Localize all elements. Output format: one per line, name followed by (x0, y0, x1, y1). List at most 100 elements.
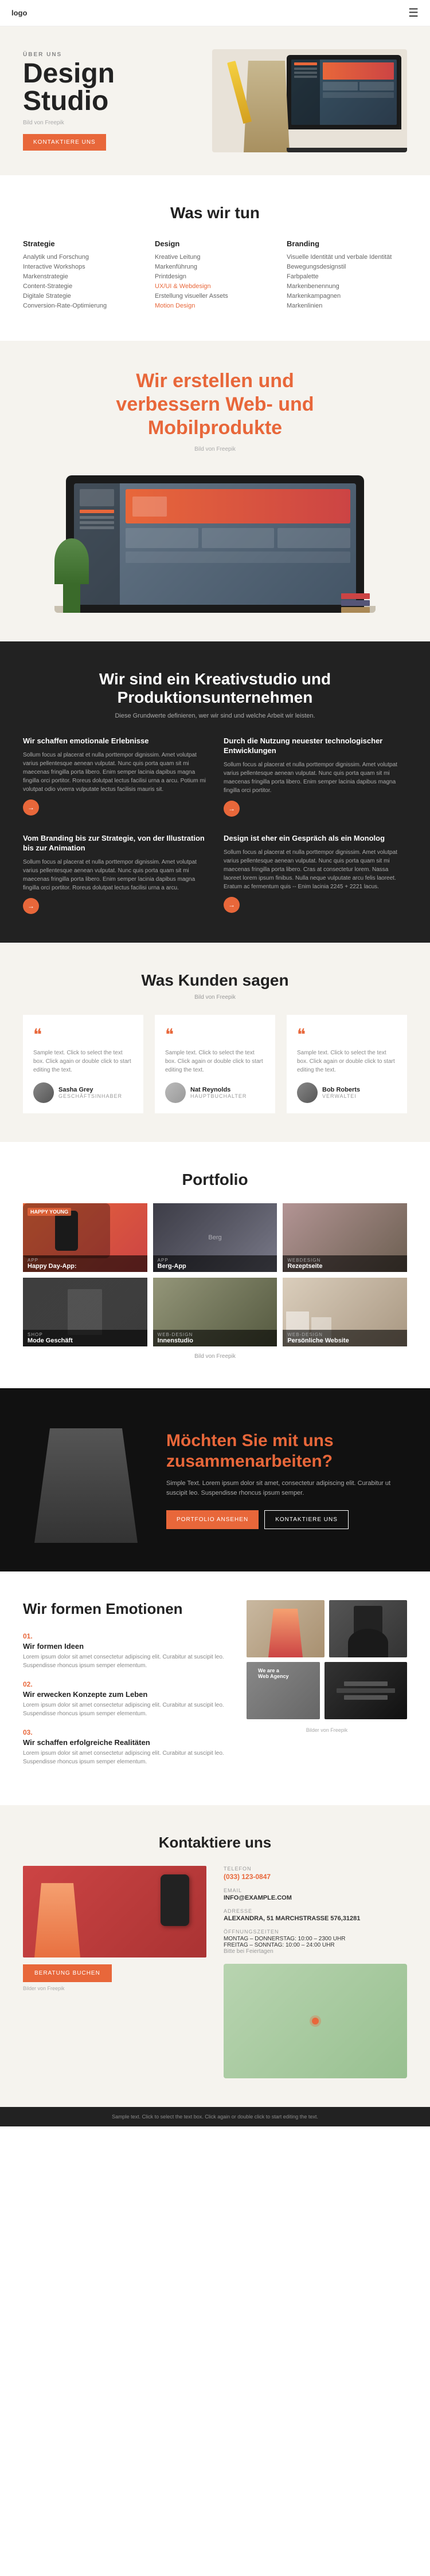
portfolio-label-3: SHOP Mode Geschäft (23, 1330, 147, 1346)
hero-subtitle: Bild von Freepik (23, 120, 115, 126)
testi-text-2: Sample text. Click to select the text bo… (297, 1049, 397, 1074)
testi-card-0: ❝ Sample text. Click to select the text … (23, 1015, 143, 1113)
service-list-1: Kreative Leitung Markenführung Printdesi… (155, 254, 275, 309)
portfolio-name-3: Mode Geschäft (28, 1337, 143, 1344)
phone-label: TELEFON (224, 1866, 407, 1872)
cs-arrow-0[interactable]: → (23, 799, 39, 816)
portfolio-name-0: Happy Day-App: (28, 1263, 143, 1270)
avatar-0 (33, 1082, 54, 1103)
quote-icon-1: ❝ (165, 1025, 265, 1044)
portfolio-label-1: APP Berg-App (153, 1255, 277, 1272)
cs-item-text-2: Sollum focus al placerat et nulla portte… (23, 858, 206, 892)
web-products-section: Wir erstellen und verbessern Web- und Mo… (0, 341, 430, 641)
cs-item-title-1: Durch die Nutzung neuester technologisch… (224, 736, 407, 756)
portfolio-label-2: WEBDESIGN Rezeptseite (283, 1255, 407, 1272)
hero-image (212, 49, 407, 152)
list-item: Markenkampagnen (287, 293, 407, 300)
service-list-0: Analytik und Forschung Interactive Works… (23, 254, 143, 309)
wp-line2: verbessern (116, 393, 220, 415)
wp-line1: Wir erstellen und (136, 370, 294, 392)
testi-text-1: Sample text. Click to select the text bo… (165, 1049, 265, 1074)
quote-icon-0: ❝ (33, 1025, 133, 1044)
hero-section: ÜBER UNS Design Studio Bild von Freepik … (0, 26, 430, 175)
we-item-title-0: Wir formen Ideen (23, 1642, 229, 1651)
contact-btn[interactable]: KONTAKTIERE UNS (264, 1510, 349, 1529)
we-item-title-1: Wir erwecken Konzepte zum Leben (23, 1690, 229, 1699)
portfolio-item-5[interactable]: WEB-DESIGN Persönliche Website (283, 1278, 407, 1346)
hero-cta-button[interactable]: KONTAKTIERE UNS (23, 134, 106, 151)
contact-section: Kontaktiere uns BERATUNG BUCHEN Bilder v… (0, 1805, 430, 2107)
contact-image-area: BERATUNG BUCHEN Bilder von Freepik (23, 1866, 206, 2078)
cs-item-3: Design ist eher ein Gespräch als ein Mon… (224, 834, 407, 914)
services-section: Was wir tun Strategie Analytik und Forsc… (0, 175, 430, 341)
we-num-1: 02. (23, 1680, 229, 1688)
portfolio-item-1[interactable]: Berg APP Berg-App (153, 1203, 277, 1272)
portfolio-label-0: APP Happy Day-App: (23, 1255, 147, 1272)
wp-line3: Mobilprodukte (148, 417, 282, 439)
testi-name-2: Bob Roberts (322, 1086, 360, 1093)
service-col-title-2: Branding (287, 239, 407, 248)
web-products-credit: Bild von Freepik (194, 446, 236, 452)
address-row: ADRESSE ALEXANDRA, 51 MARCHSTRASSE 576,3… (224, 1908, 407, 1922)
cs-item-0: Wir schaffen emotionale Erlebnisse Sollu… (23, 736, 206, 817)
collab-buttons: PORTFOLIO ANSEHEN KONTAKTIERE UNS (166, 1510, 407, 1529)
menu-icon[interactable]: ☰ (408, 6, 419, 20)
cs-title: Wir sind ein Kreativstudio und Produktio… (23, 670, 407, 707)
list-item: Markenlinien (287, 302, 407, 309)
cs-arrow-3[interactable]: → (224, 897, 240, 913)
portfolio-title: Portfolio (23, 1171, 407, 1189)
collab-title: Möchten Sie mit uns zusammenarbeiten? (166, 1431, 407, 1472)
we-item-title-2: Wir schaffen erfolgreiche Realitäten (23, 1738, 229, 1747)
list-item: Bewegungsdesignstil (287, 263, 407, 270)
list-item: Kreative Leitung (155, 254, 275, 261)
email-label: EMAIL (224, 1888, 407, 1893)
portfolio-item-3[interactable]: SHOP Mode Geschäft (23, 1278, 147, 1346)
list-item: Printdesign (155, 273, 275, 280)
cs-subtitle: Diese Grundwerte definieren, wer wir sin… (23, 712, 407, 719)
portfolio-item-0[interactable]: HAPPY YOUNG APP Happy Day-App: (23, 1203, 147, 1272)
services-grid: Strategie Analytik und Forschung Interac… (23, 239, 407, 312)
list-item: Markenführung (155, 263, 275, 270)
we-img-row-1 (247, 1600, 407, 1657)
we-img-4 (325, 1662, 407, 1719)
service-col-design: Design Kreative Leitung Markenführung Pr… (155, 239, 275, 312)
we-item-text-2: Lorem ipsum dolor sit amet consectetur a… (23, 1749, 229, 1766)
testimonials-credit: Bild von Freepik (23, 994, 407, 1001)
we-img-3: We are aWeb Agency (247, 1662, 320, 1719)
web-products-title: Wir erstellen und verbessern Web- und Mo… (116, 369, 314, 439)
we-form-title: Wir formen Emotionen (23, 1600, 229, 1618)
contact-person-image (23, 1866, 206, 1957)
portfolio-section: Portfolio HAPPY YOUNG APP Happy Day-App:… (0, 1142, 430, 1388)
cs-arrow-1[interactable]: → (224, 801, 240, 817)
service-col-title-0: Strategie (23, 239, 143, 248)
portfolio-credit: Bild von Freepik (23, 1353, 407, 1360)
consult-button[interactable]: BERATUNG BUCHEN (23, 1964, 112, 1982)
we-item-0: 01. Wir formen Ideen Lorem ipsum dolor s… (23, 1632, 229, 1670)
portfolio-name-5: Persönliche Website (287, 1337, 402, 1344)
cs-item-1: Durch die Nutzung neuester technologisch… (224, 736, 407, 817)
hero-title-line2: Studio (23, 86, 108, 116)
hours-row: ÖFFNUNGSZEITEN MONTAG – DONNERSTAG: 10:0… (224, 1929, 407, 1955)
portfolio-item-4[interactable]: WEB-DESIGN Innenstudio (153, 1278, 277, 1346)
hours-closed: Bitte bei Feiertagen (224, 1948, 407, 1955)
collaborate-section: Möchten Sie mit uns zusammenarbeiten? Si… (0, 1388, 430, 1571)
portfolio-item-2[interactable]: WEBDESIGN Rezeptseite (283, 1203, 407, 1272)
phone-value: (033) 123-0847 (224, 1873, 407, 1881)
portfolio-label-4: WEB-DESIGN Innenstudio (153, 1330, 277, 1346)
navbar: logo ☰ (0, 0, 430, 26)
portfolio-btn[interactable]: PORTFOLIO ANSEHEN (166, 1510, 259, 1529)
portfolio-label-5: WEB-DESIGN Persönliche Website (283, 1330, 407, 1346)
cs-arrow-2[interactable]: → (23, 898, 39, 914)
we-form-section: Wir formen Emotionen 01. Wir formen Idee… (0, 1571, 430, 1805)
service-col-strategie: Strategie Analytik und Forschung Interac… (23, 239, 143, 312)
service-list-2: Visuelle Identität und verbale Identität… (287, 254, 407, 309)
avatar-1 (165, 1082, 186, 1103)
hero-title-line1: Design (23, 58, 115, 89)
footer-text: Sample text. Click to select the text bo… (7, 2114, 423, 2120)
we-item-2: 03. Wir schaffen erfolgreiche Realitäten… (23, 1728, 229, 1766)
list-item: Farbpalette (287, 273, 407, 280)
creative-studio-section: Wir sind ein Kreativstudio und Produktio… (0, 641, 430, 943)
list-item: Markenstrategie (23, 273, 143, 280)
testi-author-1: Nat Reynolds HAUPTBUCHALTER (165, 1082, 265, 1103)
cs-item-title-0: Wir schaffen emotionale Erlebnisse (23, 736, 206, 746)
